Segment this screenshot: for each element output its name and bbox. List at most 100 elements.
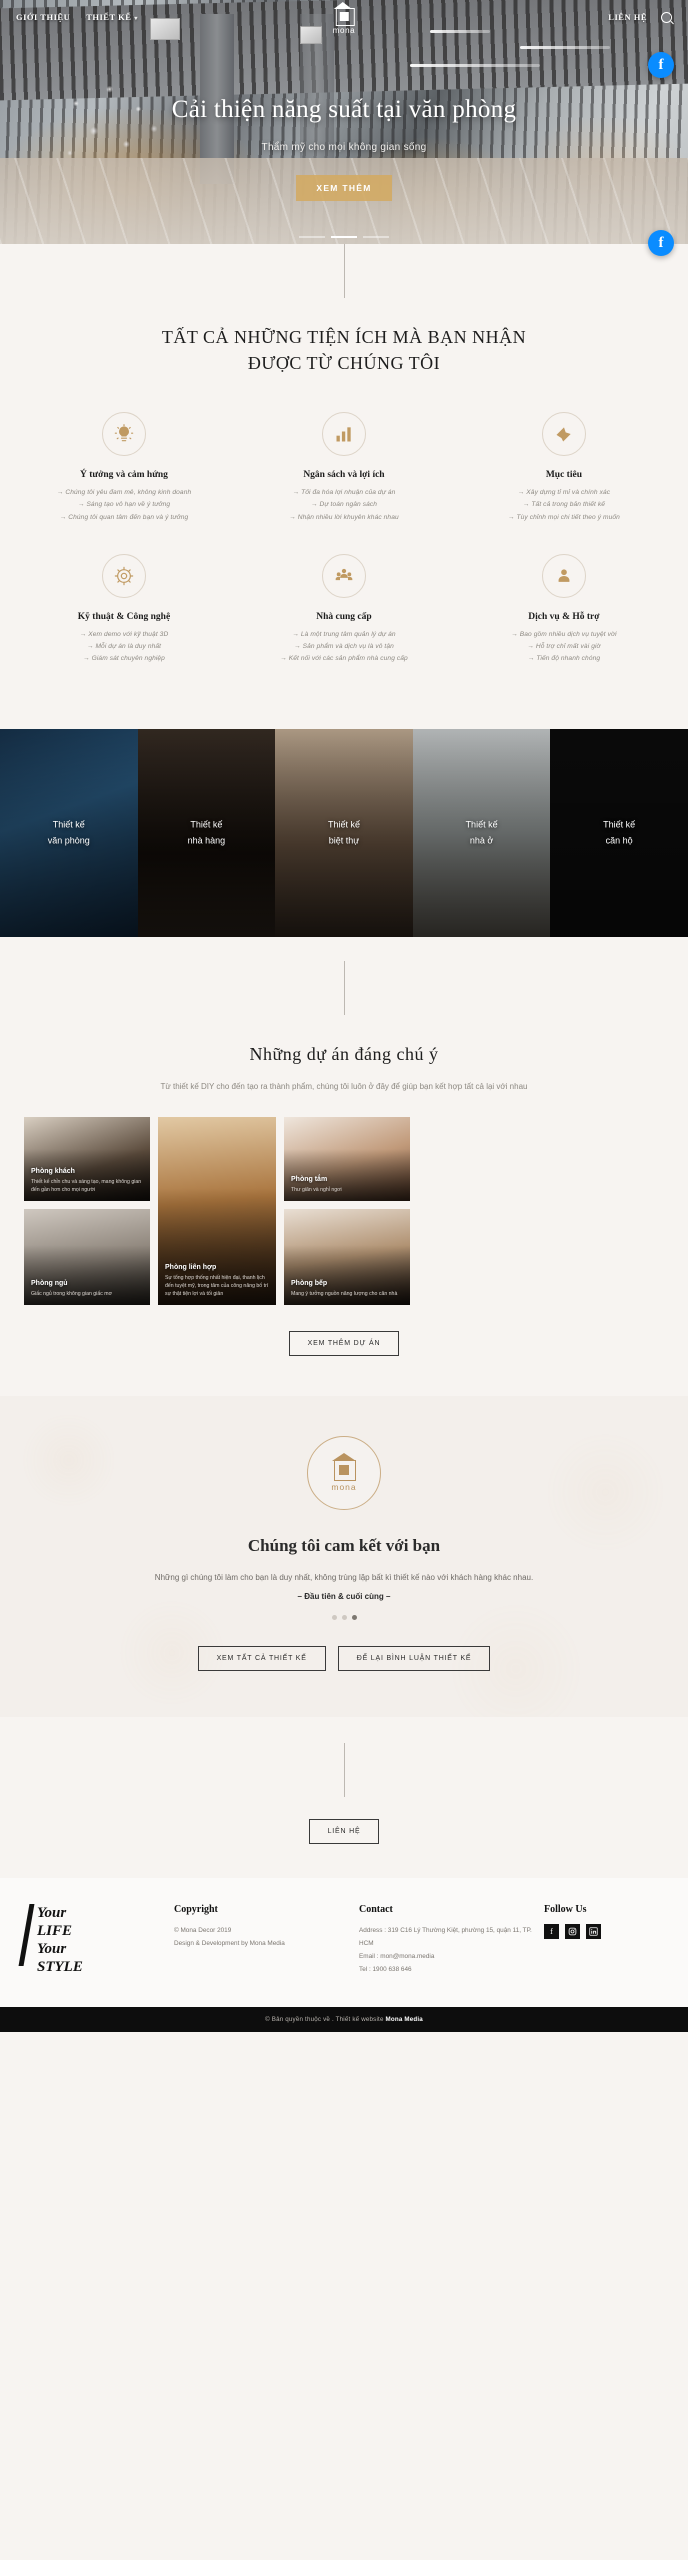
target-dart-icon xyxy=(541,412,586,457)
category-line2: căn hộ xyxy=(605,835,633,846)
commitment-slider-dots xyxy=(0,1614,688,1620)
messenger-chat-icon-secondary[interactable]: f xyxy=(648,230,674,256)
commitment-logo-text: mona xyxy=(331,1482,357,1493)
project-card-title: Phòng bếp xyxy=(291,1280,328,1288)
project-card-phong-tam[interactable]: Phòng tắm Thư giãn và nghỉ ngơi xyxy=(284,1116,410,1201)
projects-section: Những dự án đáng chú ý Từ thiết kế DIY c… xyxy=(0,937,688,1396)
footer-text-tel[interactable]: Tel : 1900 638 646 xyxy=(359,1963,534,1976)
commitment-title: Chúng tôi cam kết với bạn xyxy=(247,1535,441,1555)
projects-column-middle: Phòng liên hợp Sự tổng hợp thống nhất hi… xyxy=(158,1116,276,1305)
category-label: Thiết kế biệt thự xyxy=(275,818,413,850)
feature-name: Nhà cung cấp xyxy=(316,611,372,622)
nav-item-thiet-ke[interactable]: THIẾT KẾ ▾ xyxy=(86,12,138,22)
commitment-dot-3[interactable] xyxy=(351,1614,357,1620)
feature-line: → Tối đa hóa lợi nhuận của dự án xyxy=(292,489,396,497)
feature-name: Kỹ thuật & Công nghệ xyxy=(77,611,171,622)
search-icon[interactable] xyxy=(661,11,672,23)
hero-cta-button[interactable]: XEM THÊM xyxy=(296,175,392,201)
leave-comment-button[interactable]: ĐỂ LẠI BÌNH LUẬN THIẾT KẾ xyxy=(337,1645,491,1671)
category-card-biet-thu[interactable]: Thiết kế biệt thự xyxy=(275,729,413,938)
category-card-van-phong[interactable]: Thiết kế văn phòng xyxy=(0,729,138,938)
nav-item-lien-he[interactable]: LIÊN HỆ xyxy=(608,12,647,22)
project-card-phong-khach[interactable]: Phòng khách Thiết kế chỉn chu và sáng tạ… xyxy=(24,1116,150,1201)
commitment-section: mona Chúng tôi cam kết với bạn Những gì … xyxy=(0,1395,688,1717)
commitment-dot-1[interactable] xyxy=(331,1614,337,1620)
project-card-phong-lien-hop[interactable]: Phòng liên hợp Sự tổng hợp thống nhất hi… xyxy=(158,1116,276,1305)
view-more-projects-button[interactable]: XEM THÊM DỰ ÁN xyxy=(288,1330,400,1356)
divider-line xyxy=(343,1742,345,1797)
site-footer: Your LIFE Your STYLE Copyright © Mona De… xyxy=(0,1877,688,2007)
projects-subtitle: Từ thiết kế DIY cho đến tạo ra thành phẩ… xyxy=(160,1082,528,1092)
commitment-dot-2[interactable] xyxy=(341,1614,347,1620)
feature-name: Mục tiêu xyxy=(545,470,582,481)
nav-left-group: GIỚI THIỆU THIẾT KẾ ▾ xyxy=(16,12,138,22)
category-line1: Thiết kế xyxy=(465,819,498,830)
nav-item-label: LIÊN HỆ xyxy=(608,12,647,22)
site-logo[interactable]: mona xyxy=(333,2,355,35)
bar-chart-icon xyxy=(321,412,366,457)
nav-right-group: LIÊN HỆ xyxy=(608,11,672,23)
category-line1: Thiết kế xyxy=(190,819,223,830)
hero-slide-dot-1[interactable] xyxy=(299,236,325,238)
hero-slide-dot-3[interactable] xyxy=(363,236,389,238)
features-title-line1: TẤT CẢ NHỮNG TIỆN ÍCH MÀ BẠN NHẬN xyxy=(161,327,527,347)
project-card-title: Phòng liên hợp xyxy=(165,1263,217,1271)
categories-strip: Thiết kế văn phòng Thiết kế nhà hàng Thi… xyxy=(0,729,688,938)
nav-item-label: GIỚI THIỆU xyxy=(16,12,71,22)
messenger-chat-icon[interactable]: f xyxy=(648,52,674,78)
feature-line: → Bao gồm nhiều dịch vụ tuyệt vời xyxy=(511,630,617,638)
feature-line: → Tùy chỉnh mọi chi tiết theo ý muốn xyxy=(507,513,620,521)
commitment-logo: mona xyxy=(307,1435,381,1510)
facebook-icon[interactable]: f xyxy=(544,1923,559,1939)
instagram-icon[interactable] xyxy=(565,1923,580,1939)
feature-name: Ý tưởng và cảm hứng xyxy=(80,470,168,481)
feature-line: → Dự toán ngân sách xyxy=(310,501,378,509)
category-line2: văn phòng xyxy=(47,835,90,846)
footer-text-email[interactable]: Email : mon@mona.media xyxy=(359,1950,534,1963)
category-line2: nhà ở xyxy=(469,835,494,846)
feature-line: → Chúng tôi quan tâm đến bạn và ý tưởng xyxy=(59,513,189,521)
lightbulb-icon xyxy=(101,412,146,457)
footer-column-follow: Follow Us f xyxy=(544,1904,664,1977)
footer-logo-line4: STYLE xyxy=(37,1959,83,1976)
category-card-nha-o[interactable]: Thiết kế nhà ở xyxy=(412,729,551,938)
linkedin-icon[interactable] xyxy=(586,1923,601,1939)
feature-item-technology: Kỹ thuật & Công nghệ → Xem demo với kỹ t… xyxy=(14,553,234,696)
top-navigation-bar: GIỚI THIỆU THIẾT KẾ ▾ mona LIÊN HỆ xyxy=(0,0,688,35)
chevron-down-icon: ▾ xyxy=(134,16,138,22)
feature-line: → Kết nối với các sản phẩm nhà cung cấp xyxy=(280,655,408,663)
feature-line: → Nhận nhiều lời khuyên khác nhau xyxy=(289,513,399,521)
hero-title: Cải thiện năng suất tại văn phòng xyxy=(171,96,517,123)
view-all-designs-button[interactable]: XEM TẤT CẢ THIẾT KẾ xyxy=(197,1645,326,1671)
feature-name: Ngân sách và lợi ích xyxy=(303,470,385,481)
project-card-desc: Thư giãn và nghỉ ngơi xyxy=(291,1187,342,1194)
nav-item-label: THIẾT KẾ xyxy=(86,12,132,22)
feature-line: → Sáng tạo vô hạn về ý tưởng xyxy=(77,501,171,509)
feature-item-supplier: Nhà cung cấp → Là một trung tâm quản lý … xyxy=(234,553,454,696)
hero-light-strip xyxy=(520,46,610,49)
copyright-brand[interactable]: Mona Media xyxy=(386,2016,423,2023)
features-grid: Ý tưởng và cảm hứng → Chúng tôi yêu đam … xyxy=(0,376,688,695)
commitment-buttons: XEM TẤT CẢ THIẾT KẾ ĐỂ LẠI BÌNH LUẬN THI… xyxy=(0,1645,688,1671)
category-label: Thiết kế văn phòng xyxy=(0,818,138,850)
project-card-phong-bep[interactable]: Phòng bếp Mang ý tưởng nguồn năng lượng … xyxy=(284,1208,410,1305)
footer-heading: Follow Us xyxy=(544,1903,587,1915)
group-people-icon xyxy=(321,553,366,598)
hero-slide-dot-2[interactable] xyxy=(331,236,357,238)
feature-line: → Giám sát chuyên nghiệp xyxy=(83,655,165,663)
feature-item-budget: Ngân sách và lợi ích → Tối đa hóa lợi nh… xyxy=(234,412,454,554)
hero-copy: Cải thiện năng suất tại văn phòng Thẩm m… xyxy=(0,96,688,201)
category-label: Thiết kế nhà hàng xyxy=(138,818,276,850)
nav-item-gioi-thieu[interactable]: GIỚI THIỆU xyxy=(16,12,70,22)
footer-logo-text: Your LIFE Your STYLE xyxy=(37,1904,83,1977)
feature-line: → Mỗi dự án là duy nhất xyxy=(86,642,162,650)
category-card-can-ho[interactable]: Thiết kế căn hộ xyxy=(550,729,688,938)
footer-text: © Mona Decor 2019 xyxy=(174,1926,232,1934)
feature-name: Dịch vụ & Hỗ trợ xyxy=(528,611,600,622)
features-section: TẤT CẢ NHỮNG TIỆN ÍCH MÀ BẠN NHẬN ĐƯỢC T… xyxy=(0,244,688,730)
category-card-nha-hang[interactable]: Thiết kế nhà hàng xyxy=(137,729,276,938)
footer-column-copyright: Copyright © Mona Decor 2019 Design & Dev… xyxy=(174,1904,359,1977)
contact-button[interactable]: LIÊN HỆ xyxy=(308,1818,380,1844)
project-card-phong-ngu[interactable]: Phòng ngủ Giấc ngủ trong không gian giấc… xyxy=(24,1208,150,1305)
feature-line: → Xây dựng tỉ mỉ và chính xác xyxy=(517,489,611,497)
